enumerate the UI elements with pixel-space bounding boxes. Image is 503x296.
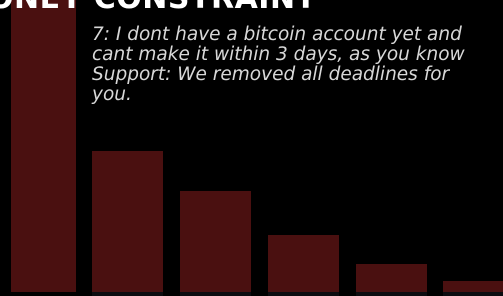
slide: ONEY CONSTRAINT 7: I dont have a bitcoin…: [0, 0, 503, 296]
chat-line: 7: I dont have a bitcoin account yet and: [92, 24, 462, 45]
chat-line: cant make it within 3 days, as you know: [92, 44, 465, 65]
bar-3: [180, 191, 251, 292]
bar-6: [443, 281, 503, 292]
slide-heading: ONEY CONSTRAINT: [0, 0, 317, 18]
bar-4: [268, 235, 339, 292]
bar-2: [92, 151, 163, 292]
chat-line: you.: [92, 84, 132, 105]
chat-excerpt: 7: I dont have a bitcoin account yet and…: [92, 25, 503, 105]
bar-5: [356, 264, 427, 292]
chat-line: Support: We removed all deadlines for: [92, 64, 450, 85]
bar-1: [11, 0, 76, 292]
